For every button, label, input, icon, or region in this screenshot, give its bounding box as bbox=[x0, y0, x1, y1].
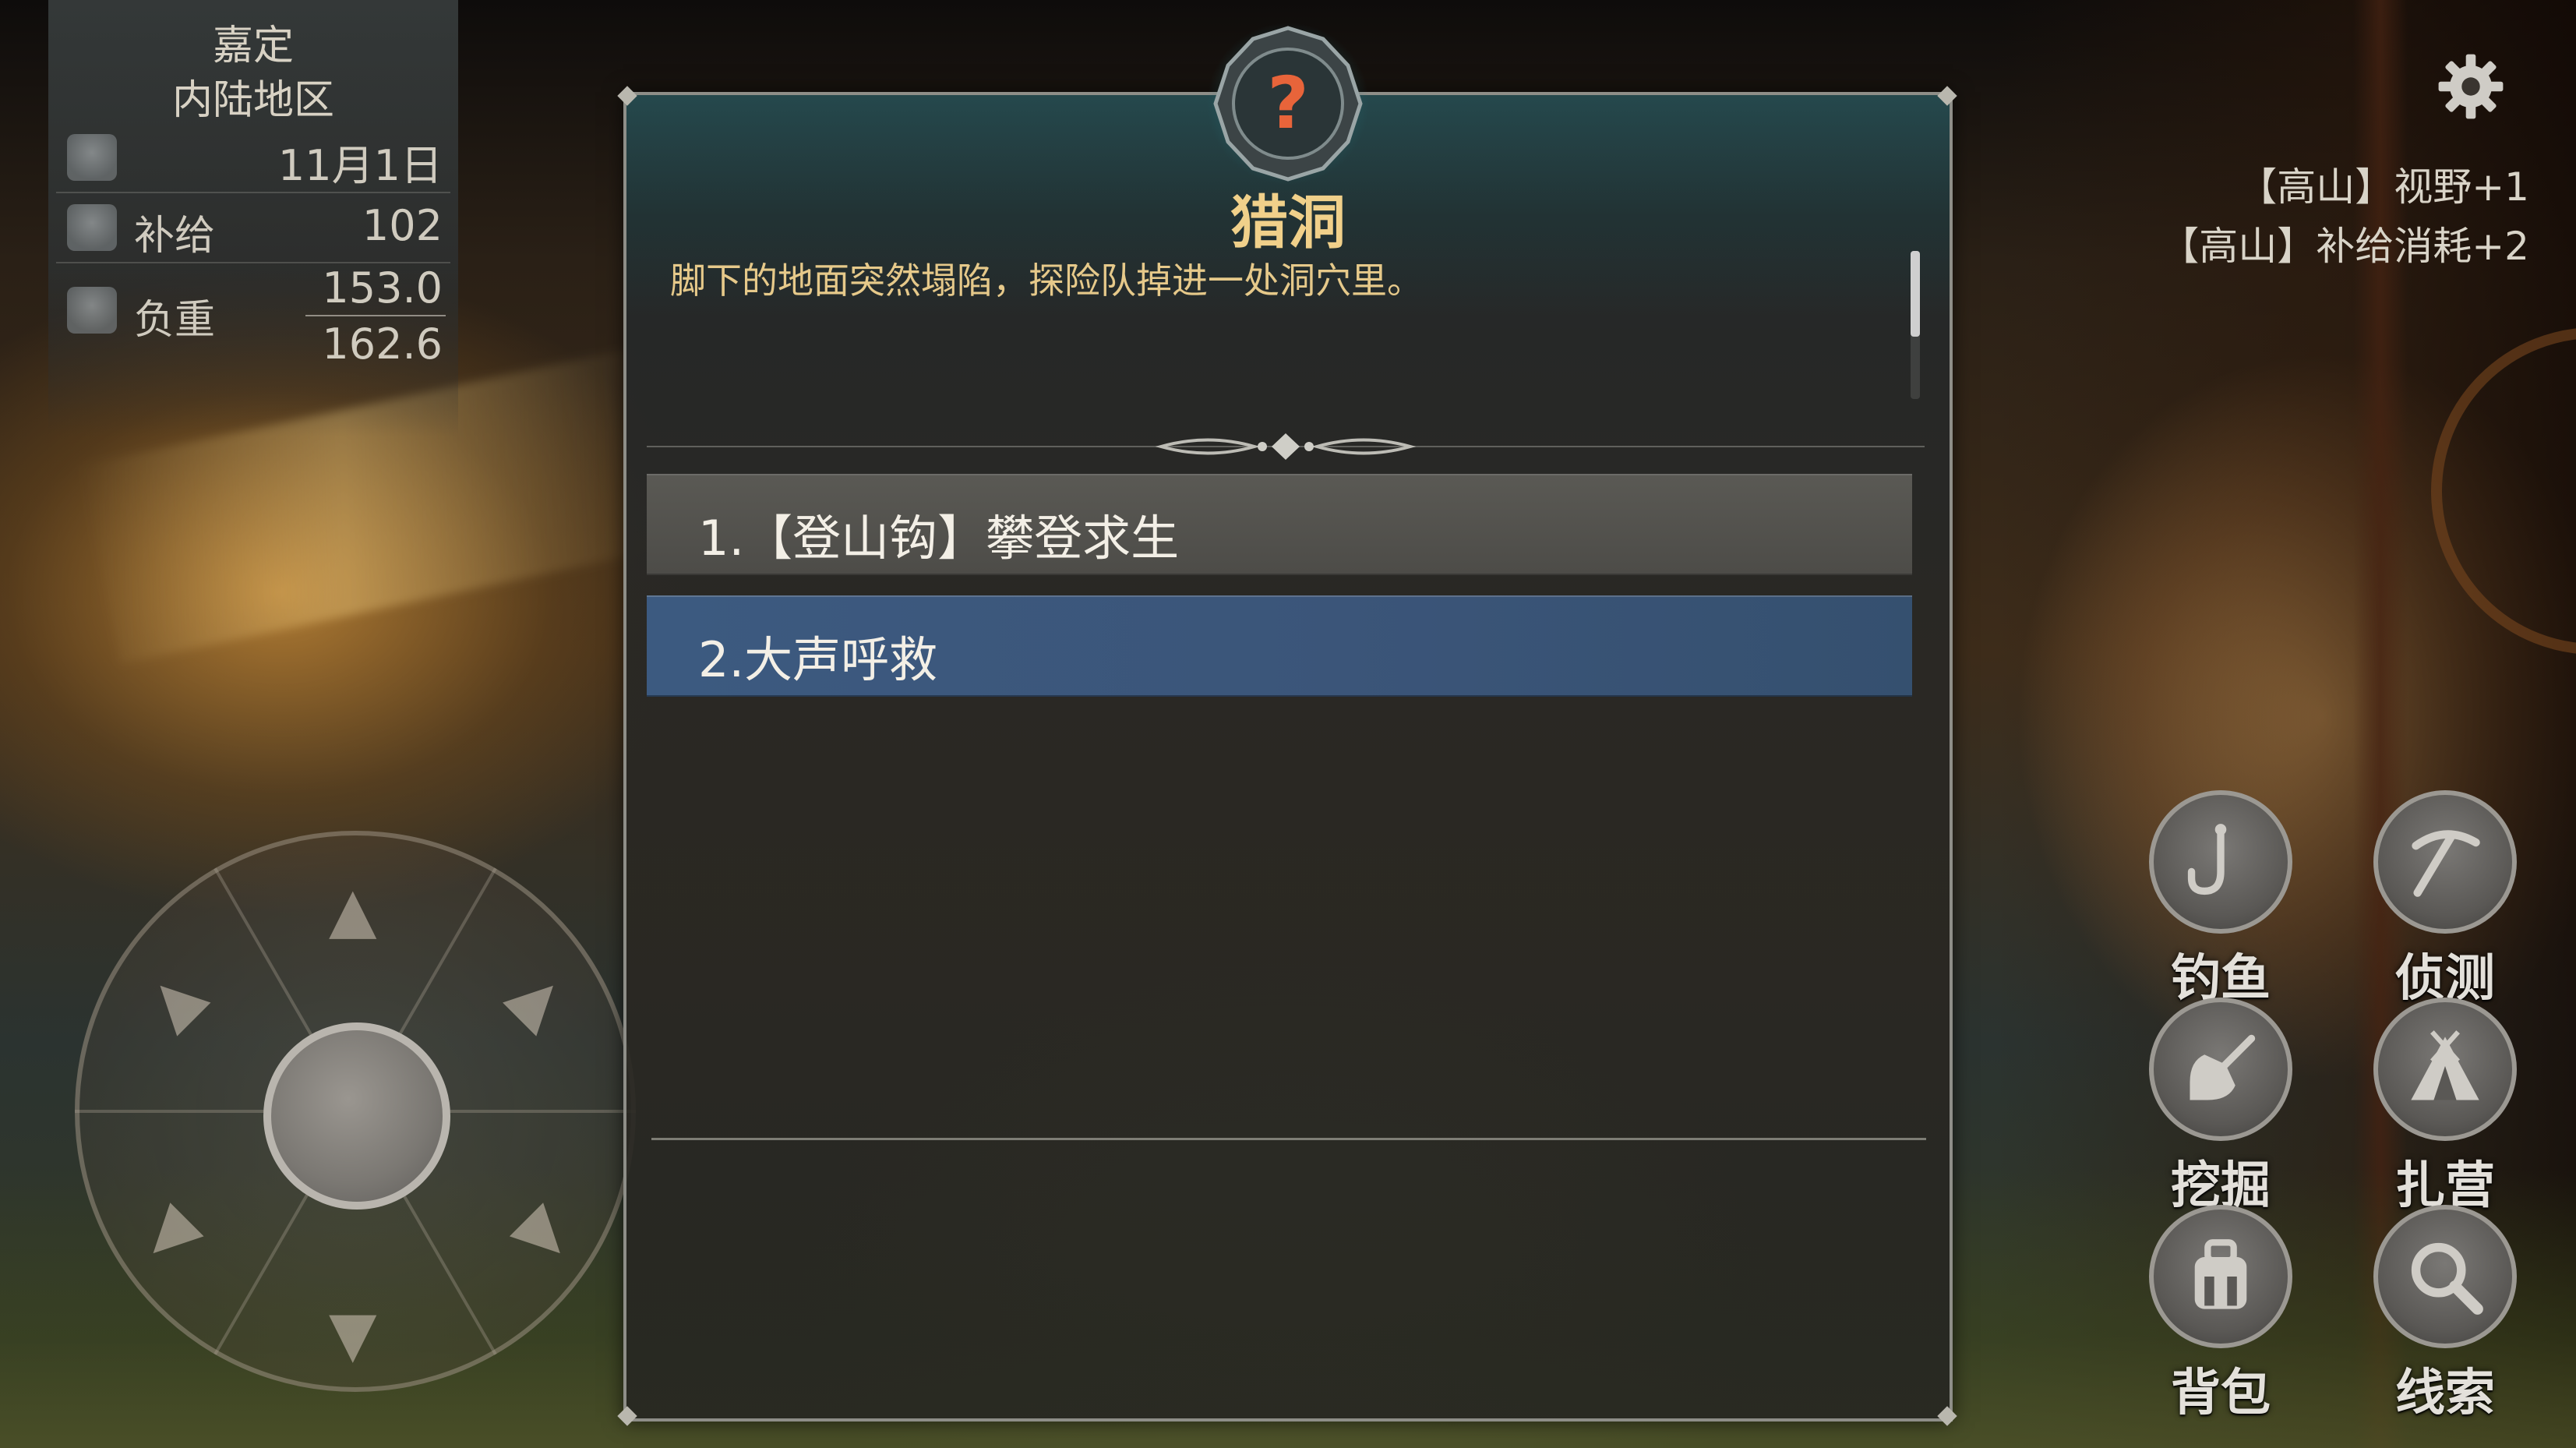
weather-cloud-icon bbox=[67, 134, 117, 181]
status-panel: 嘉定 内陆地区 11月1日 补给 102 负重 153.0 162.6 bbox=[48, 0, 458, 436]
supply-row: 补给 102 bbox=[56, 193, 450, 263]
camp-button[interactable]: 扎营 bbox=[2367, 998, 2523, 1215]
fishing-hook-icon bbox=[2187, 824, 2227, 895]
settings-gear-icon[interactable] bbox=[2436, 51, 2506, 122]
terrain-effect-1: 【高山】视野+1 bbox=[2238, 164, 2529, 210]
dig-button[interactable]: 挖掘 bbox=[2143, 998, 2299, 1215]
arrow-down-left-icon: ▼ bbox=[131, 1190, 217, 1276]
event-option-1[interactable]: 1.【登山钩】攀登求生 bbox=[647, 474, 1912, 575]
supply-value: 102 bbox=[362, 201, 443, 250]
cart-icon bbox=[67, 287, 117, 334]
load-current: 153.0 bbox=[322, 263, 443, 313]
load-max: 162.6 bbox=[322, 320, 443, 369]
arrow-up-icon: ▲ bbox=[329, 874, 377, 946]
tent-icon bbox=[2411, 1030, 2479, 1100]
event-description: 脚下的地面突然塌陷，探险队掉进一处洞穴里。 bbox=[670, 260, 1423, 302]
event-option-label: 2.大声呼救 bbox=[698, 631, 938, 688]
backpack-icon bbox=[2194, 1239, 2247, 1309]
barrel-icon bbox=[67, 204, 117, 251]
movement-joystick[interactable]: ▲ ▼ ▲ ▲ ▼ ▼ bbox=[75, 831, 636, 1392]
joystick-knob[interactable] bbox=[263, 1022, 450, 1210]
arrow-up-left-icon: ▲ bbox=[130, 956, 217, 1042]
location-name: 嘉定 bbox=[212, 23, 294, 69]
event-option-label: 1.【登山钩】攀登求生 bbox=[698, 510, 1180, 567]
event-question-badge-icon: ? bbox=[1206, 22, 1370, 185]
clue-label: 线索 bbox=[2395, 1365, 2495, 1422]
pickaxe-icon bbox=[2412, 830, 2480, 897]
game-screen: 嘉定 内陆地区 11月1日 补给 102 负重 153.0 162.6 【高山】… bbox=[0, 0, 2576, 1448]
arrow-down-right-icon: ▼ bbox=[496, 1190, 583, 1276]
detect-button[interactable]: 侦测 bbox=[2367, 790, 2523, 1008]
arrow-up-right-icon: ▲ bbox=[497, 956, 583, 1042]
event-option-2-selected[interactable]: 2.大声呼救 bbox=[647, 595, 1912, 697]
date-value: 11月1日 bbox=[277, 141, 443, 190]
svg-text:?: ? bbox=[1267, 62, 1308, 145]
load-label: 负重 bbox=[134, 297, 216, 344]
ornament-divider bbox=[647, 433, 1925, 460]
backpack-button[interactable]: 背包 bbox=[2143, 1205, 2299, 1422]
fish-button[interactable]: 钓鱼 bbox=[2143, 790, 2299, 1008]
load-row: 负重 153.0 162.6 bbox=[56, 263, 450, 369]
arrow-down-icon: ▼ bbox=[329, 1298, 377, 1370]
shovel-icon bbox=[2190, 1034, 2256, 1100]
dialog-bottom-divider bbox=[651, 1138, 1926, 1140]
terrain-effect-2: 【高山】补给消耗+2 bbox=[2160, 224, 2529, 269]
supply-label: 补给 bbox=[134, 213, 216, 260]
backpack-label: 背包 bbox=[2171, 1365, 2271, 1422]
description-scrollbar-thumb[interactable] bbox=[1911, 251, 1920, 337]
load-divider bbox=[305, 315, 446, 316]
event-title: 猎洞 bbox=[1230, 189, 1346, 256]
clue-button[interactable]: 线索 bbox=[2367, 1205, 2523, 1422]
date-row: 11月1日 bbox=[56, 123, 450, 193]
location-region: 内陆地区 bbox=[171, 77, 334, 124]
magnifier-icon bbox=[2411, 1242, 2483, 1315]
